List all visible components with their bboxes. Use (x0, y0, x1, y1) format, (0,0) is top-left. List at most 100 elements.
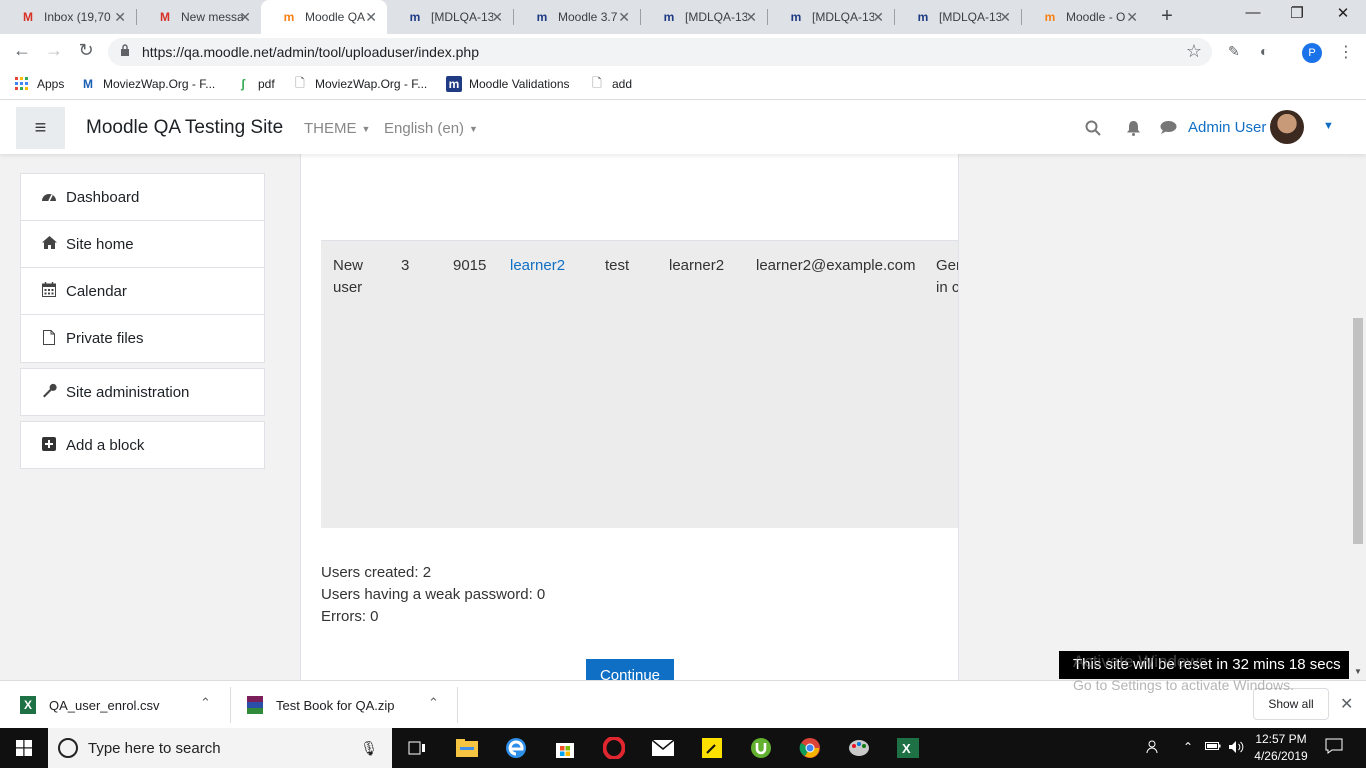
close-tab-icon[interactable]: ✕ (239, 9, 251, 26)
bookmark-star-icon[interactable]: ☆ (1186, 41, 1202, 62)
page-scrollbar[interactable]: ▼ (1350, 154, 1366, 680)
browser-tab[interactable]: m Moodle - O ✕ (1022, 0, 1148, 34)
clock-date: 4/26/2019 (1254, 749, 1308, 763)
hamburger-icon: ≡ (34, 116, 47, 139)
file-explorer-icon[interactable] (455, 736, 479, 760)
close-tab-icon[interactable]: ✕ (491, 9, 503, 26)
nav-item-site-home[interactable]: Site home (21, 221, 264, 268)
theme-menu[interactable]: THEME ▼ (304, 120, 370, 137)
continue-button[interactable]: Continue (586, 659, 674, 680)
bookmark-add[interactable]: 🗋 add (589, 76, 632, 92)
language-menu[interactable]: English (en) ▼ (384, 120, 478, 137)
close-tab-icon[interactable]: ✕ (999, 9, 1011, 26)
bookmark-moviezwap[interactable]: M MoviezWap.Org - F... (80, 76, 215, 92)
download-divider (457, 687, 458, 723)
browser-tab[interactable]: m Moodle 3.7 ✕ (514, 0, 640, 34)
close-tab-icon[interactable]: ✕ (114, 9, 126, 26)
eyedropper-extension-icon[interactable]: ✎ (1228, 43, 1240, 60)
mail-icon[interactable] (651, 736, 675, 760)
nav-item-label: Dashboard (66, 188, 140, 206)
close-tab-icon[interactable]: ✕ (365, 9, 377, 26)
utorrent-icon[interactable] (749, 736, 773, 760)
nav-item-private-files[interactable]: Private files (21, 315, 264, 362)
search-icon[interactable] (1085, 120, 1101, 141)
opera-icon[interactable] (602, 736, 626, 760)
browser-tab[interactable]: m [MDLQA-13 ✕ (641, 0, 767, 34)
browser-tab[interactable]: m [MDLQA-13 ✕ (768, 0, 894, 34)
action-center-icon[interactable] (1325, 738, 1343, 759)
page-icon: 🗋 (295, 75, 305, 90)
profile-avatar[interactable]: P (1302, 43, 1322, 63)
user-menu-caret-icon[interactable]: ▼ (1323, 120, 1334, 132)
browser-tab[interactable]: M New messa ✕ (137, 0, 261, 34)
moodle-tracker-icon: m (536, 10, 548, 24)
close-tab-icon[interactable]: ✕ (872, 9, 884, 26)
nav-item-calendar[interactable]: Calendar (21, 268, 264, 315)
close-tab-icon[interactable]: ✕ (618, 9, 630, 26)
add-a-block-button[interactable]: Add a block (21, 422, 264, 468)
maximize-button[interactable]: ❐ (1274, 4, 1320, 22)
bookmark-pdf[interactable]: ʃ pdf (235, 76, 275, 92)
browser-tab-active[interactable]: m Moodle QA ✕ (261, 0, 387, 34)
url-text: https://qa.moodle.net/admin/tool/uploadu… (142, 44, 480, 60)
microphone-icon[interactable]: 🎙 (360, 740, 378, 757)
reload-button[interactable]: ↻ (74, 40, 98, 61)
close-tab-icon[interactable]: ✕ (1126, 9, 1138, 26)
theme-menu-label: THEME (304, 120, 357, 137)
back-button[interactable]: ← (10, 40, 34, 61)
close-window-button[interactable]: ✕ (1320, 4, 1366, 22)
browser-tab[interactable]: m [MDLQA-13 ✕ (387, 0, 513, 34)
excel-icon[interactable]: X (896, 736, 920, 760)
notification-bell-icon[interactable] (1126, 120, 1141, 141)
chrome-icon[interactable] (786, 728, 834, 768)
clock-time: 12:57 PM (1255, 732, 1307, 746)
username-link[interactable]: learner2 (510, 255, 565, 277)
scroll-down-arrow-icon[interactable]: ▼ (1354, 667, 1362, 676)
plus-square-icon (41, 436, 57, 454)
drawer-toggle-button[interactable]: ≡ (16, 107, 65, 149)
microsoft-store-icon[interactable] (553, 736, 577, 760)
extension-icon[interactable]: ◐ (1260, 43, 1268, 59)
bookmark-apps[interactable]: Apps (14, 76, 64, 92)
bookmark-moviezwap-2[interactable]: 🗋 MoviezWap.Org - F... (292, 76, 427, 92)
errors-text: Errors: 0 (321, 608, 379, 625)
task-view-icon[interactable] (405, 736, 429, 760)
edge-icon[interactable] (504, 736, 528, 760)
forward-button[interactable]: → (42, 40, 66, 61)
chrome-menu-icon[interactable]: ⋮ (1338, 42, 1354, 62)
navigation-blocks: Dashboard Site home Calendar Private fil… (20, 173, 265, 469)
close-tab-icon[interactable]: ✕ (745, 9, 757, 26)
new-tab-button[interactable]: + (1156, 5, 1178, 28)
download-item-zip[interactable]: Test Book for QA.zip (247, 681, 395, 729)
paint-icon[interactable] (847, 736, 871, 760)
taskbar-search-box[interactable]: Type here to search 🎙 (48, 728, 392, 768)
minimize-button[interactable]: — (1230, 4, 1276, 21)
user-avatar[interactable] (1270, 110, 1304, 144)
nav-item-site-administration[interactable]: Site administration (21, 369, 264, 415)
bookmark-moodle-validations[interactable]: m Moodle Validations (446, 76, 570, 92)
taskbar-clock[interactable]: 12:57 PM 4/26/2019 (1252, 731, 1310, 765)
scrollbar-thumb[interactable] (1353, 318, 1363, 544)
site-name[interactable]: Moodle QA Testing Site (86, 117, 283, 139)
close-downloads-bar-icon[interactable]: ✕ (1340, 694, 1353, 714)
download-item-csv[interactable]: X QA_user_enrol.csv (20, 681, 160, 729)
tab-label: New messa (181, 10, 243, 24)
messages-icon[interactable] (1160, 120, 1177, 140)
show-hidden-icons-chevron[interactable]: ⌃ (1183, 740, 1193, 754)
address-bar[interactable]: https://qa.moodle.net/admin/tool/uploadu… (108, 38, 1212, 66)
download-options-chevron-icon[interactable]: ⌃ (200, 695, 211, 711)
bookmarks-bar: Apps M MoviezWap.Org - F... ʃ pdf 🗋 Movi… (0, 70, 1366, 100)
sticky-notes-icon[interactable] (700, 736, 724, 760)
download-options-chevron-icon[interactable]: ⌃ (428, 695, 439, 711)
bookmark-label: pdf (258, 77, 275, 91)
people-icon[interactable] (1146, 740, 1162, 757)
battery-icon[interactable] (1205, 740, 1221, 755)
nav-item-dashboard[interactable]: Dashboard (21, 174, 264, 221)
browser-tab[interactable]: M Inbox (19,70 ✕ (0, 0, 136, 34)
browser-tab[interactable]: m [MDLQA-13 ✕ (895, 0, 1021, 34)
main-content-region: New user 3 9015 learner2 test learner2 l… (300, 154, 959, 680)
volume-icon[interactable] (1228, 740, 1244, 757)
user-menu-name[interactable]: Admin User (1188, 119, 1266, 136)
start-button[interactable] (0, 728, 48, 768)
svg-text:X: X (902, 741, 911, 756)
